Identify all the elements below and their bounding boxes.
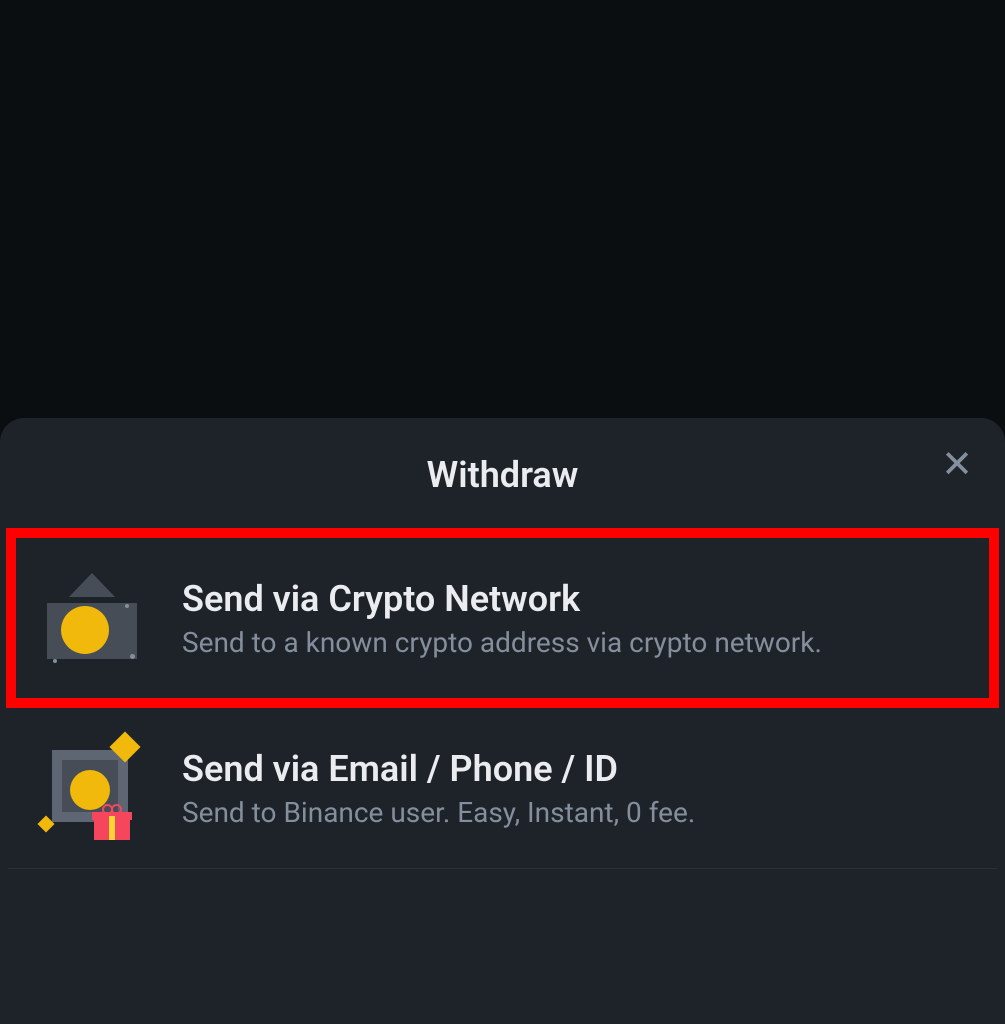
close-icon: ✕ bbox=[941, 443, 973, 487]
option-description: Send to a known crypto address via crypt… bbox=[182, 626, 969, 659]
option-send-via-crypto-network[interactable]: Send via Crypto Network Send to a known … bbox=[6, 528, 999, 708]
crypto-network-icon bbox=[42, 568, 142, 668]
option-title: Send via Email / Phone / ID bbox=[182, 748, 969, 790]
sheet-title: Withdraw bbox=[0, 454, 1005, 496]
internal-transfer-icon bbox=[42, 738, 142, 838]
withdraw-sheet: Withdraw ✕ Send via Crypto Network Send … bbox=[0, 418, 1005, 1024]
withdraw-options-list: Send via Crypto Network Send to a known … bbox=[0, 528, 1005, 869]
option-send-via-email-phone-id[interactable]: Send via Email / Phone / ID Send to Bina… bbox=[8, 708, 997, 869]
close-button[interactable]: ✕ bbox=[941, 446, 973, 484]
option-title: Send via Crypto Network bbox=[182, 578, 969, 620]
option-description: Send to Binance user. Easy, Instant, 0 f… bbox=[182, 796, 969, 829]
option-text: Send via Crypto Network Send to a known … bbox=[182, 578, 969, 659]
option-text: Send via Email / Phone / ID Send to Bina… bbox=[182, 748, 969, 829]
sheet-header: Withdraw ✕ bbox=[0, 442, 1005, 528]
